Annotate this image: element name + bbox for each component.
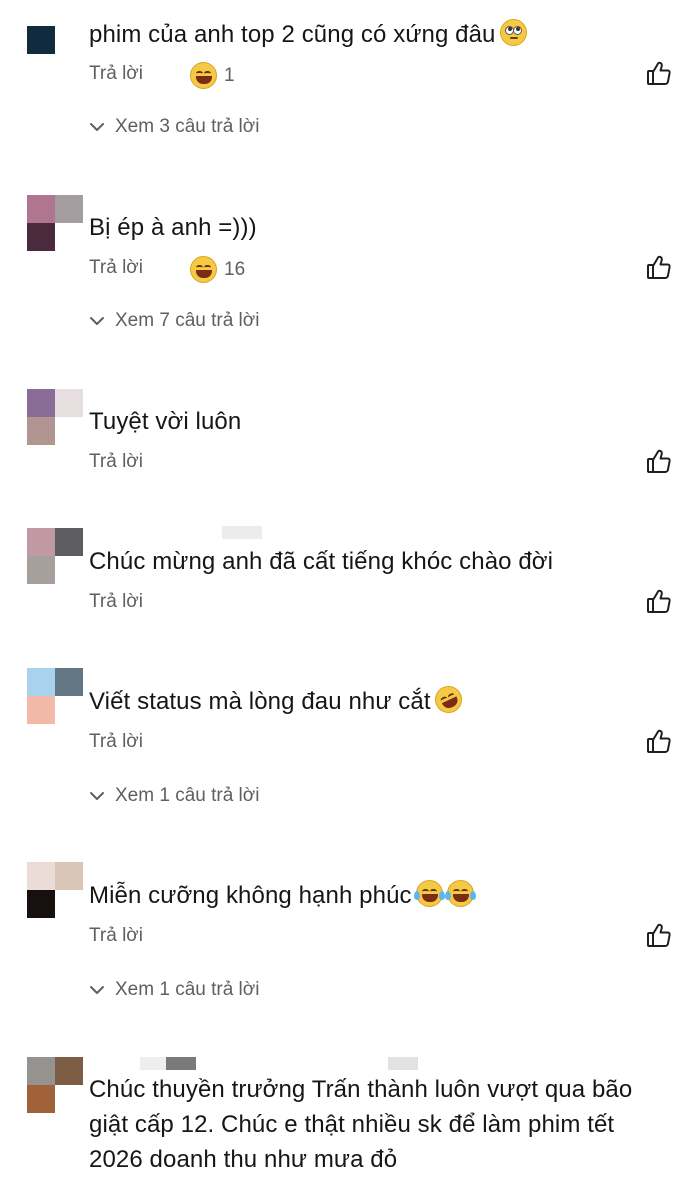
view-replies-label: Xem 1 câu trả lời — [115, 785, 260, 806]
avatar-tile — [55, 890, 83, 918]
reaction-count: 16 — [224, 258, 246, 280]
comment-text-content: Tuyệt vời luôn — [89, 408, 242, 435]
comment-text-content: Chúc mừng anh đã cất tiếng khóc chào đời — [89, 548, 554, 575]
avatar-tile — [55, 195, 83, 223]
reply-button[interactable]: Trả lời — [89, 924, 143, 948]
blurred-username — [166, 1057, 196, 1070]
view-replies-button[interactable]: Xem 7 câu trả lời — [89, 309, 259, 333]
avatar[interactable] — [27, 1057, 83, 1113]
avatar-tile — [27, 195, 55, 223]
thumbs-up-icon[interactable] — [645, 587, 673, 615]
avatar-tile — [27, 417, 55, 445]
reply-button[interactable]: Trả lời — [89, 730, 143, 754]
avatar[interactable] — [27, 528, 83, 584]
reply-button[interactable]: Trả lời — [89, 450, 143, 474]
avatar-tile — [55, 668, 83, 696]
tears-of-joy-emoji — [444, 880, 476, 907]
reply-button[interactable]: Trả lời — [89, 590, 143, 614]
avatar-tile — [27, 223, 55, 251]
reaction-summary[interactable]: 1 — [190, 62, 235, 89]
avatar[interactable] — [27, 26, 83, 82]
blurred-username — [388, 1057, 418, 1070]
blurred-username — [222, 526, 262, 539]
avatar-tile — [27, 862, 55, 890]
thumbs-up-icon[interactable] — [645, 253, 673, 281]
comment-text: Bị ép à anh =))) — [89, 210, 679, 245]
avatar-tile — [55, 54, 83, 82]
comment-text: Viết status mà lòng đau như cắt — [89, 681, 679, 719]
blurred-username — [140, 1057, 166, 1070]
avatar-tile — [55, 528, 83, 556]
avatar-tile — [27, 54, 55, 82]
chevron-down-icon — [90, 123, 104, 131]
comment-text: Chúc mừng anh đã cất tiếng khóc chào đời — [89, 544, 679, 579]
thumbs-up-icon[interactable] — [645, 921, 673, 949]
thumbs-up-icon[interactable] — [645, 447, 673, 475]
avatar[interactable] — [27, 862, 83, 918]
chevron-down-icon — [90, 317, 104, 325]
avatar-tile — [55, 417, 83, 445]
avatar-tile — [55, 556, 83, 584]
avatar-tile — [55, 862, 83, 890]
avatar-tile — [55, 389, 83, 417]
reaction-summary[interactable]: 16 — [190, 256, 245, 283]
comment-text-content: Miễn cưỡng không hạnh phúc — [89, 882, 412, 909]
avatar-tile — [27, 389, 55, 417]
view-replies-button[interactable]: Xem 1 câu trả lời — [89, 784, 259, 808]
avatar[interactable] — [27, 668, 83, 724]
avatar-tile — [55, 1057, 83, 1085]
avatar[interactable] — [27, 389, 83, 445]
avatar[interactable] — [27, 195, 83, 251]
avatar-tile — [27, 890, 55, 918]
avatar-tile — [27, 1085, 55, 1113]
thumbs-up-icon[interactable] — [645, 727, 673, 755]
chevron-down-icon — [90, 792, 104, 800]
avatar-tile — [27, 1057, 55, 1085]
comment-text-content: Bị ép à anh =))) — [89, 214, 257, 241]
avatar-tile — [55, 26, 83, 54]
view-replies-label: Xem 7 câu trả lời — [115, 310, 260, 331]
avatar-tile — [27, 26, 55, 54]
grinning-emoji — [190, 256, 217, 283]
roll-eyes-emoji — [499, 19, 527, 46]
avatar-tile — [27, 668, 55, 696]
avatar-tile — [55, 696, 83, 724]
thumbs-up-icon[interactable] — [645, 59, 673, 87]
grinning-emoji — [190, 62, 217, 89]
reply-button[interactable]: Trả lời — [89, 62, 143, 86]
avatar-tile — [55, 223, 83, 251]
view-replies-label: Xem 1 câu trả lời — [115, 979, 260, 1000]
comment-text-content: Chúc thuyền trưởng Trấn thành luôn vượt … — [89, 1076, 633, 1173]
tears-of-joy-emoji — [413, 880, 445, 907]
rofl-emoji — [430, 681, 467, 718]
comment-text-content: Viết status mà lòng đau như cắt — [89, 688, 431, 715]
comment-text: phim của anh top 2 cũng có xứng đâu — [89, 17, 679, 52]
avatar-tile — [27, 528, 55, 556]
avatar-tile — [27, 556, 55, 584]
view-replies-button[interactable]: Xem 3 câu trả lời — [89, 115, 259, 139]
comment-text-content: phim của anh top 2 cũng có xứng đâu — [89, 21, 496, 48]
chevron-down-icon — [90, 986, 104, 994]
view-replies-button[interactable]: Xem 1 câu trả lời — [89, 978, 259, 1002]
view-replies-label: Xem 3 câu trả lời — [115, 116, 260, 137]
avatar-tile — [27, 696, 55, 724]
avatar-tile — [55, 1085, 83, 1113]
comment-text: Chúc thuyền trưởng Trấn thành luôn vượt … — [89, 1072, 674, 1177]
comment-text: Tuyệt vời luôn — [89, 404, 679, 439]
comment-text: Miễn cưỡng không hạnh phúc — [89, 878, 679, 913]
reply-button[interactable]: Trả lời — [89, 256, 143, 280]
reaction-count: 1 — [224, 64, 235, 86]
